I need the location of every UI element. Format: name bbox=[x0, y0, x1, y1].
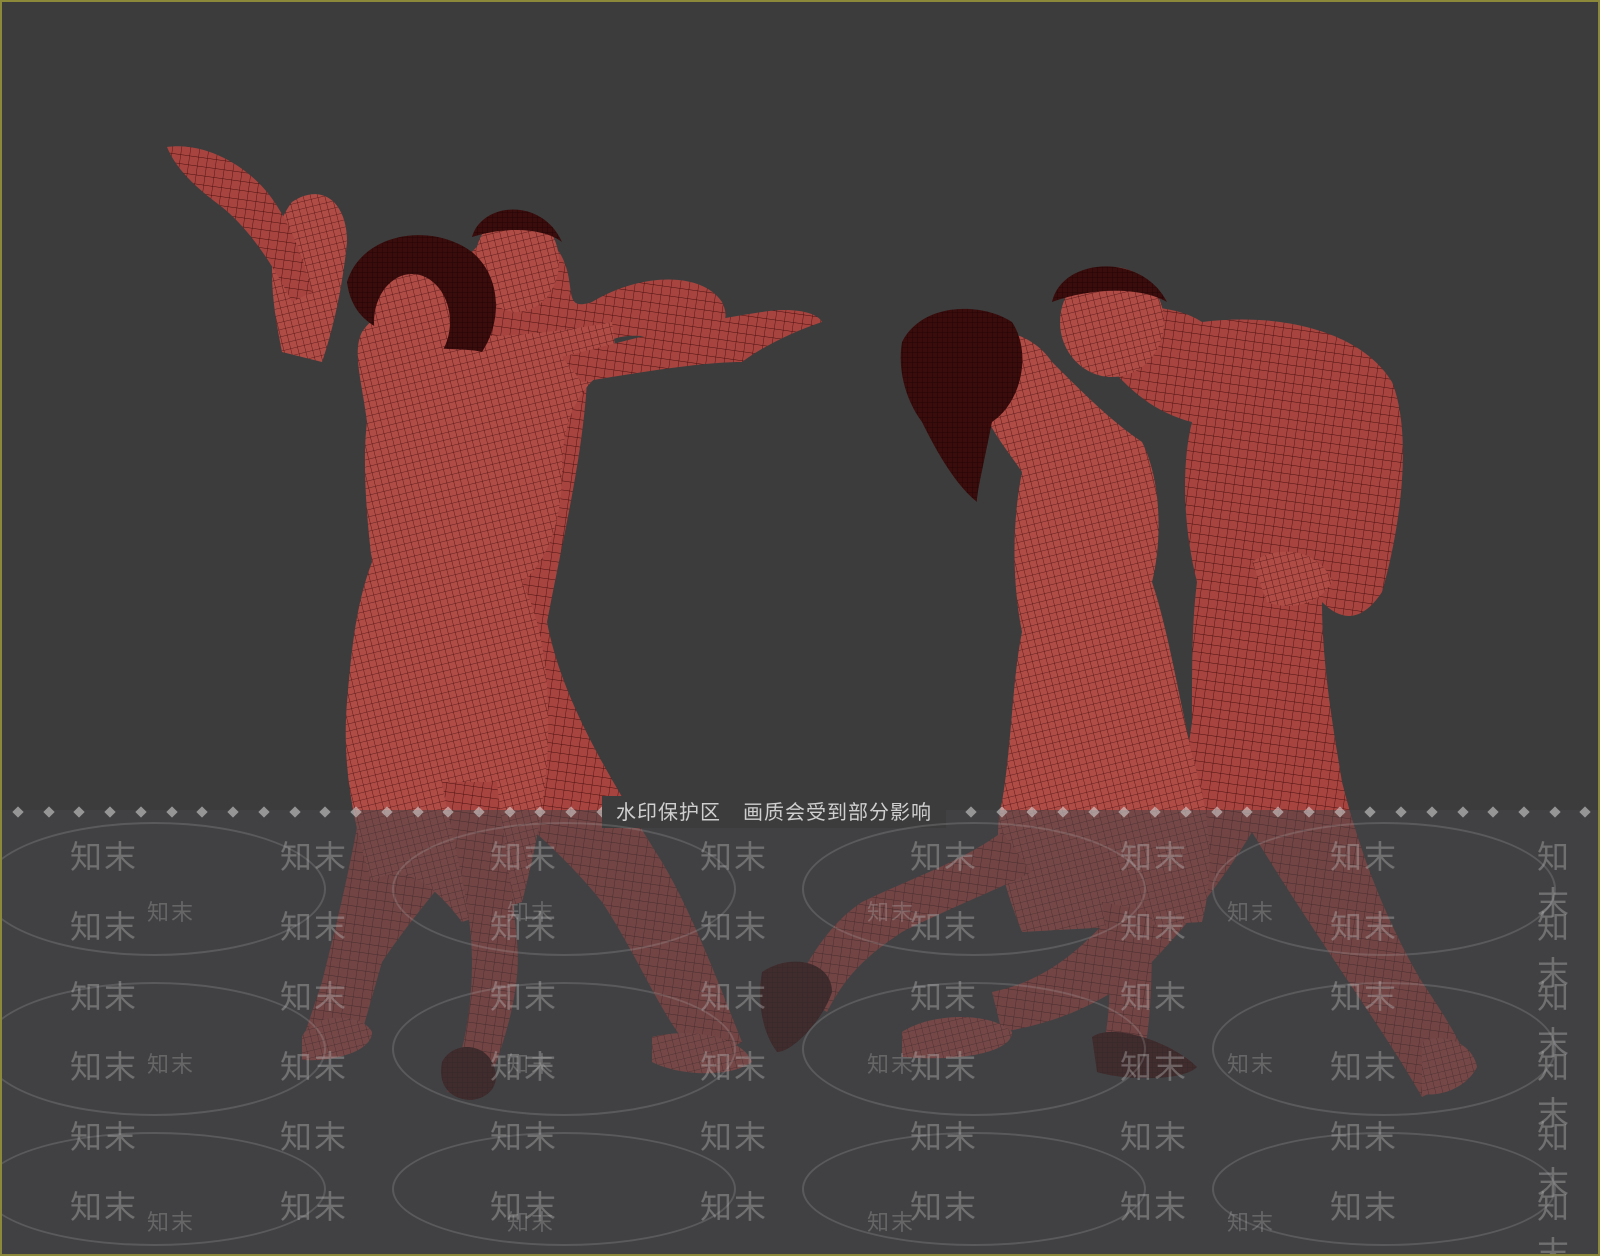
right-woman-shoe-back bbox=[760, 961, 832, 1052]
watermark-banner-quality: 画质会受到部分影响 bbox=[743, 800, 932, 824]
left-woman-face bbox=[374, 274, 450, 370]
dancers-wireframe-scene bbox=[167, 146, 1477, 1100]
right-woman-shoe-front bbox=[1092, 1031, 1197, 1079]
watermark-banner: 水印保护区 画质会受到部分影响 bbox=[602, 796, 946, 828]
right-woman-hair bbox=[900, 308, 1023, 502]
right-couple bbox=[760, 266, 1477, 1097]
watermark-banner-protect: 水印保护区 bbox=[616, 800, 721, 824]
right-man-shoe-right bbox=[1422, 1038, 1477, 1095]
right-man-shoe-left bbox=[902, 1017, 1012, 1059]
left-couple bbox=[167, 146, 822, 1100]
3d-viewport[interactable]: 水印保护区 画质会受到部分影响 知末 知末 知末 知末 知末 知末 知末 知末 知… bbox=[0, 0, 1600, 1256]
